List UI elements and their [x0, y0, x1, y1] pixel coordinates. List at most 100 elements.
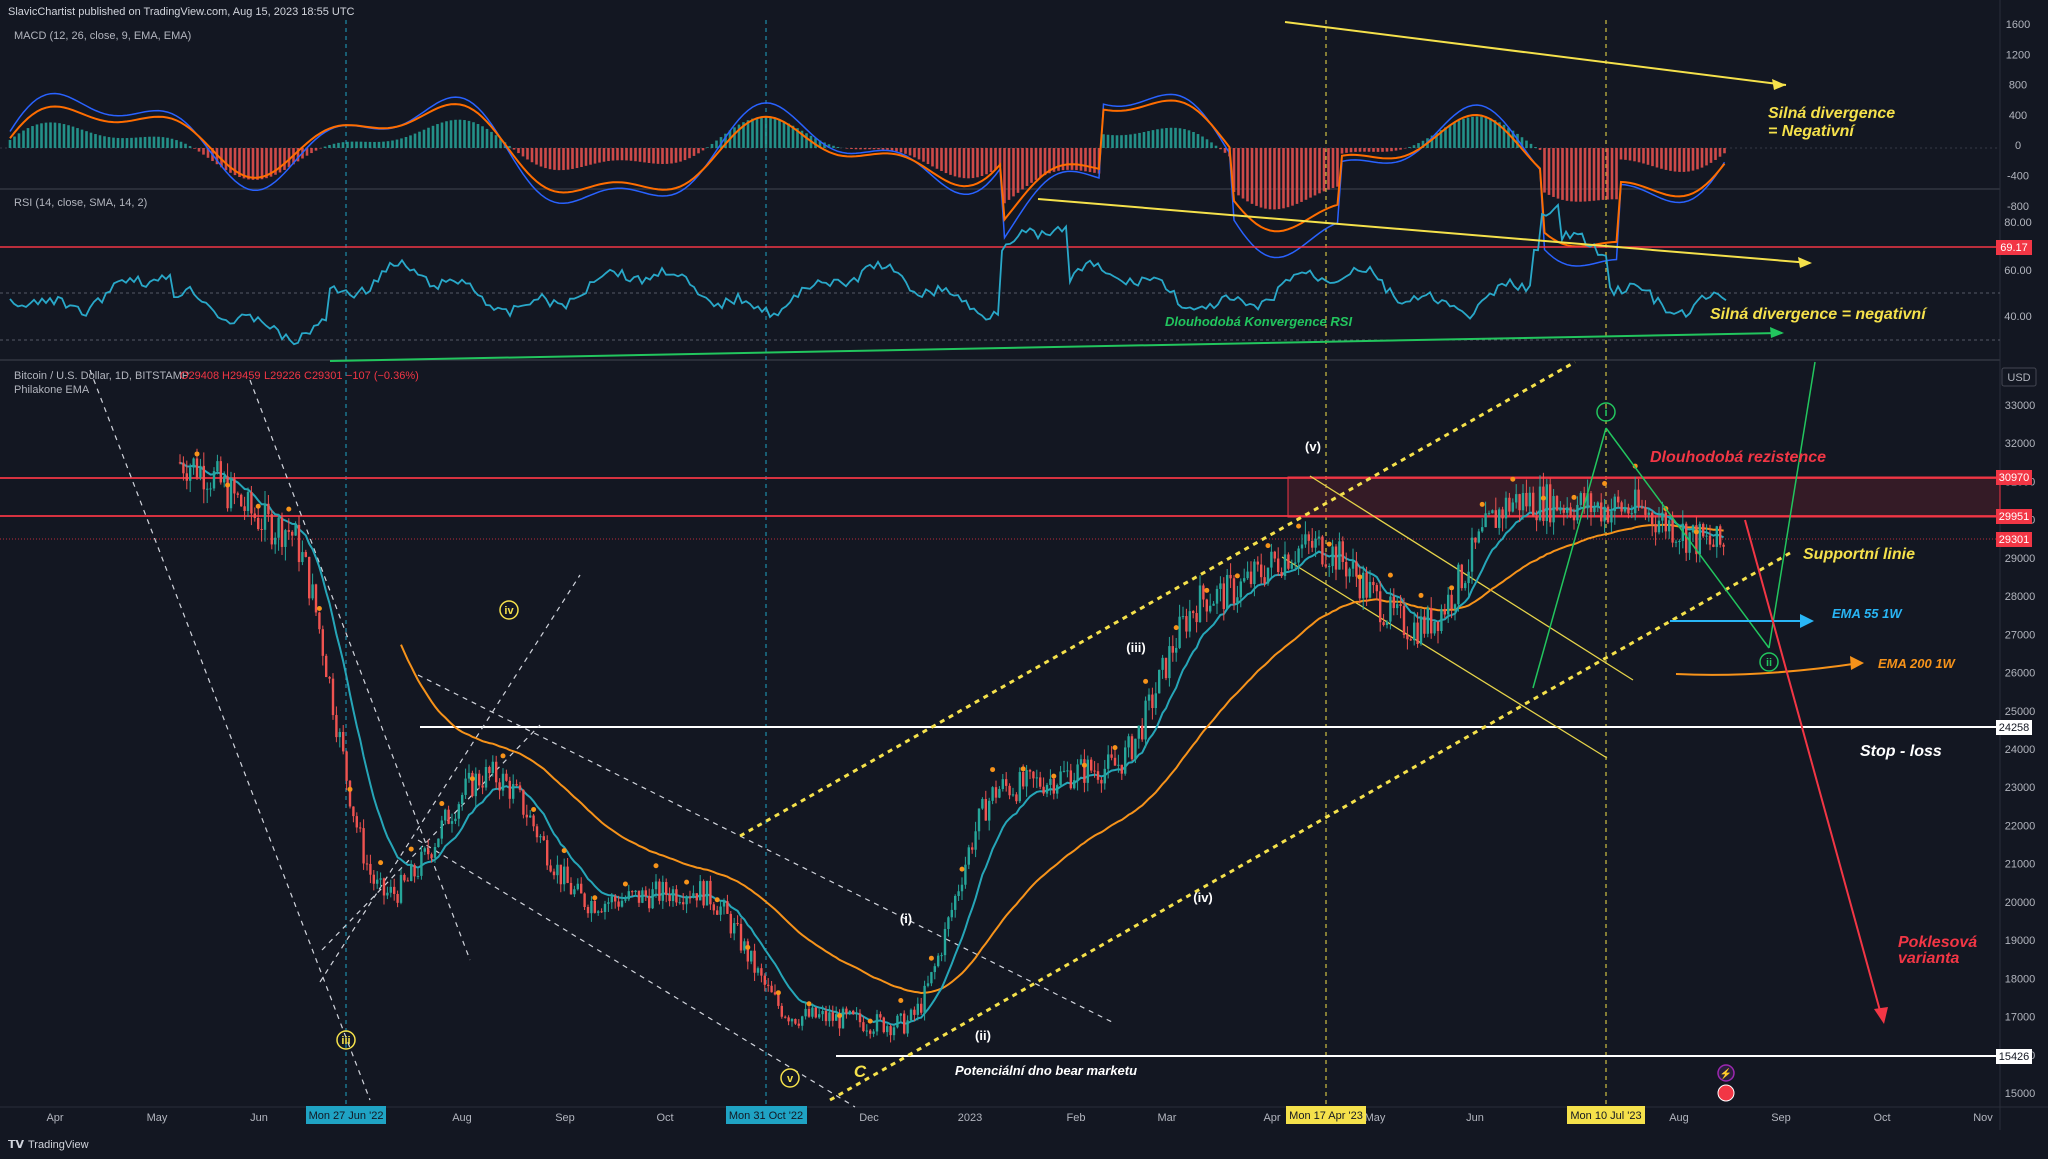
price-tick-label: 15000 [2005, 1088, 2036, 1100]
price-tick-label: 23000 [2005, 782, 2036, 794]
candle-body [1249, 571, 1253, 585]
candle-body [1555, 496, 1559, 511]
candle-body [818, 1014, 821, 1018]
candle-body [1671, 520, 1674, 543]
candle-body [189, 467, 192, 481]
candle-body [1260, 564, 1263, 578]
macd-annotation-2: = Negativní [1768, 123, 1856, 140]
candle-body [365, 863, 369, 865]
candle-body [916, 1003, 919, 1015]
candle-body [869, 1030, 872, 1034]
candle-body [797, 1023, 800, 1026]
candle-body [835, 1014, 838, 1021]
candle-body [1535, 516, 1538, 521]
candle-body [899, 1013, 902, 1016]
candle-body [1443, 609, 1446, 615]
candle-body [287, 530, 290, 532]
candle-body [678, 902, 681, 904]
candle-body [1127, 736, 1130, 748]
candle-body [1341, 541, 1344, 562]
tradingview-chart[interactable]: 3300032000310003000029000280002700026000… [0, 0, 2048, 1159]
candle-body [1297, 548, 1300, 563]
price-tick-label: 25000 [2005, 706, 2036, 718]
candle-body [943, 928, 947, 956]
candle-body [1715, 526, 1718, 547]
candle-body [546, 840, 549, 866]
candle-body [1052, 778, 1055, 794]
candle-body [1151, 694, 1154, 709]
candle-body [631, 891, 634, 893]
candle-body [651, 889, 654, 909]
candle-body [1630, 513, 1633, 515]
candle-body [1511, 502, 1514, 512]
candle-body [304, 552, 307, 557]
support-annotation: Supportní linie [1803, 546, 1915, 563]
macd-title[interactable]: MACD (12, 26, close, 9, EMA, EMA) [14, 30, 191, 42]
time-tick-label: 2023 [958, 1112, 982, 1124]
candle-body [552, 871, 556, 876]
candle-body [416, 875, 420, 877]
candle-body [1011, 794, 1015, 796]
flag-event-icon[interactable] [1717, 1084, 1735, 1102]
candle-body [1022, 772, 1025, 787]
candle-body [753, 950, 756, 973]
candle-body [440, 820, 443, 839]
candle-body [427, 848, 430, 855]
indicator-title[interactable]: Philakone EMA [14, 384, 90, 396]
candle-body [875, 1014, 879, 1032]
candle-body [1212, 603, 1215, 606]
candle-body [1409, 639, 1412, 641]
candle-body [1450, 594, 1453, 609]
candle-body [1059, 771, 1062, 786]
candle-body [1049, 778, 1052, 785]
candle-body [780, 1005, 783, 1017]
macd-tick-label: 1200 [2006, 49, 2030, 61]
candle-body [675, 889, 678, 903]
candle-body [1093, 770, 1096, 772]
candle-body [335, 715, 338, 738]
candle-body [1542, 486, 1545, 522]
candle-body [580, 883, 583, 894]
candle-body [712, 904, 715, 911]
currency-label[interactable]: USD [2007, 372, 2030, 384]
candle-body [1368, 581, 1372, 598]
candle-body [325, 655, 328, 678]
candle-body [1120, 764, 1123, 774]
candle-body [627, 891, 630, 900]
badge-rsi-value: 69.17 [2000, 242, 2028, 254]
swing-marker [1602, 481, 1608, 487]
candle-body [260, 528, 263, 530]
candle-body [1467, 571, 1470, 584]
candle-body [777, 994, 780, 1006]
candle-body [1402, 606, 1406, 636]
macd-tick-label: 800 [2009, 80, 2027, 92]
candle-body [1107, 754, 1110, 769]
rsi-title[interactable]: RSI (14, close, SMA, 14, 2) [14, 197, 147, 209]
candle-body [1647, 512, 1650, 515]
candle-body [821, 1010, 824, 1015]
candle-body [872, 1031, 875, 1034]
candle-body [1399, 604, 1402, 607]
candle-body [974, 831, 977, 850]
swing-marker [1418, 592, 1424, 598]
resistance-zone [1287, 476, 2001, 518]
candle-body [226, 476, 229, 509]
candle-body [253, 513, 256, 518]
candle-body [206, 488, 209, 490]
candle-body [1324, 564, 1327, 567]
candle-body [1532, 492, 1535, 517]
candle-body [406, 880, 409, 882]
price-tick-label: 27000 [2005, 629, 2036, 641]
swing-marker [1387, 572, 1393, 578]
swing-marker [1051, 773, 1057, 779]
candle-body [971, 847, 974, 850]
price-title[interactable]: Bitcoin / U.S. Dollar, 1D, BITSTAMP [14, 370, 189, 382]
badge-current-price: 29301 [1999, 534, 2030, 546]
candle-body [1178, 616, 1181, 648]
candle-body [1018, 772, 1021, 802]
candle-body [1375, 585, 1378, 592]
candle-body [573, 889, 576, 895]
candle-body [1494, 510, 1497, 528]
candle-body [1001, 779, 1004, 790]
ohlc-close: C29301 [304, 370, 343, 382]
